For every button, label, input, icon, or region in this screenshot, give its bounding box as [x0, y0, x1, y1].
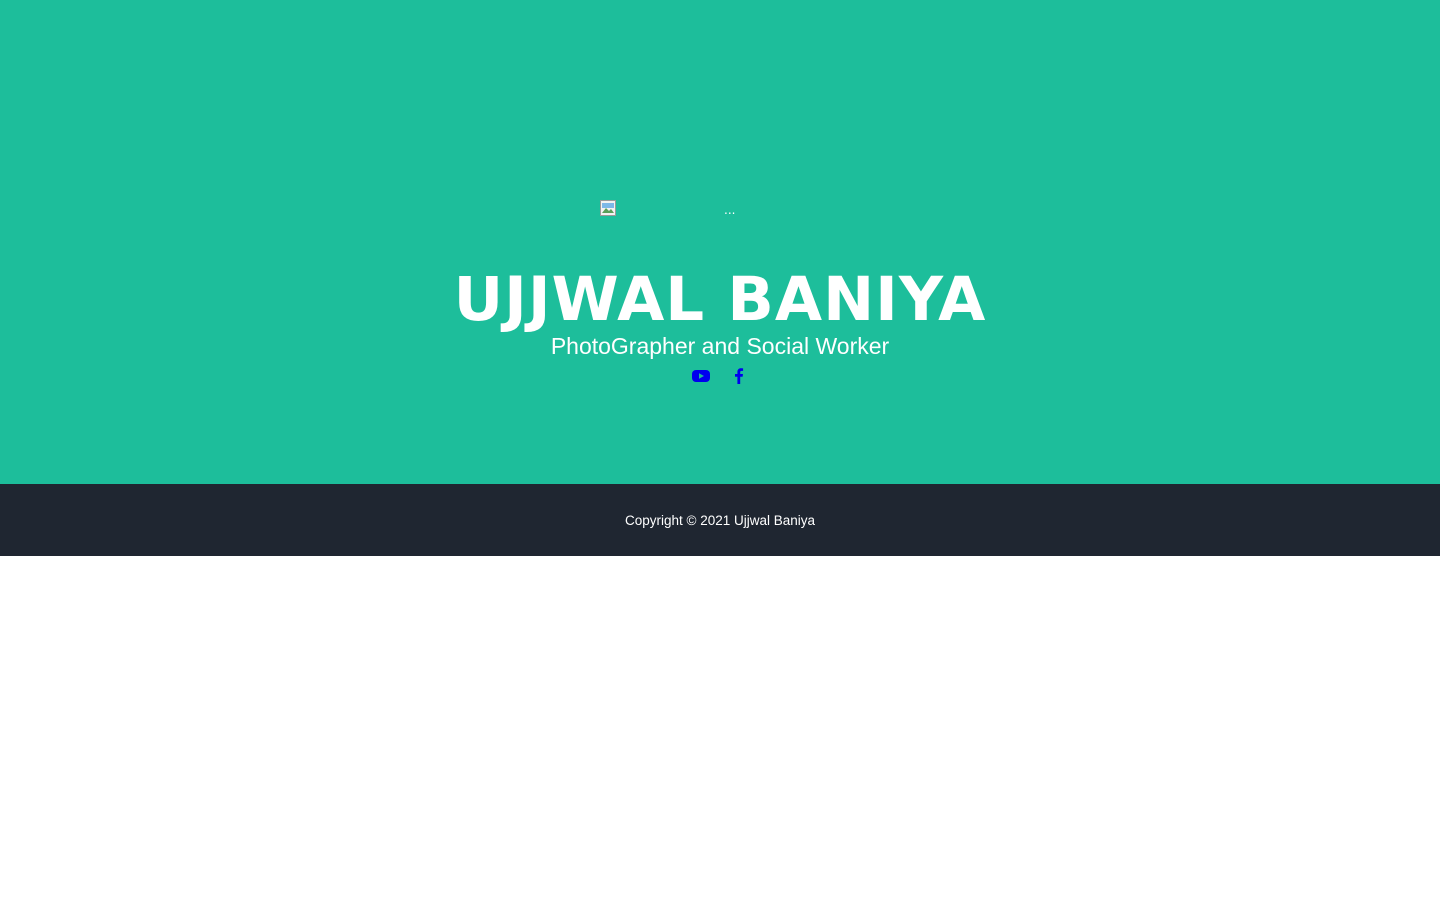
facebook-link[interactable]	[729, 366, 749, 386]
copyright-text: Copyright © 2021 Ujjwal Baniya	[624, 512, 816, 528]
page-title: UJJWAL BANIYA	[453, 264, 987, 335]
masthead: ... UJJWAL BANIYA PhotoGrapher and Socia…	[0, 0, 1440, 484]
broken-image-icon	[600, 200, 616, 216]
youtube-icon	[692, 370, 710, 382]
footer: Copyright © 2021 Ujjwal Baniya	[0, 484, 1440, 556]
page-subtitle: PhotoGrapher and Social Worker	[550, 333, 890, 359]
youtube-link[interactable]	[691, 366, 711, 386]
facebook-icon	[735, 368, 744, 384]
social-links	[0, 366, 1440, 386]
profile-image: ...	[600, 200, 840, 224]
image-alt-text: ...	[724, 203, 736, 217]
